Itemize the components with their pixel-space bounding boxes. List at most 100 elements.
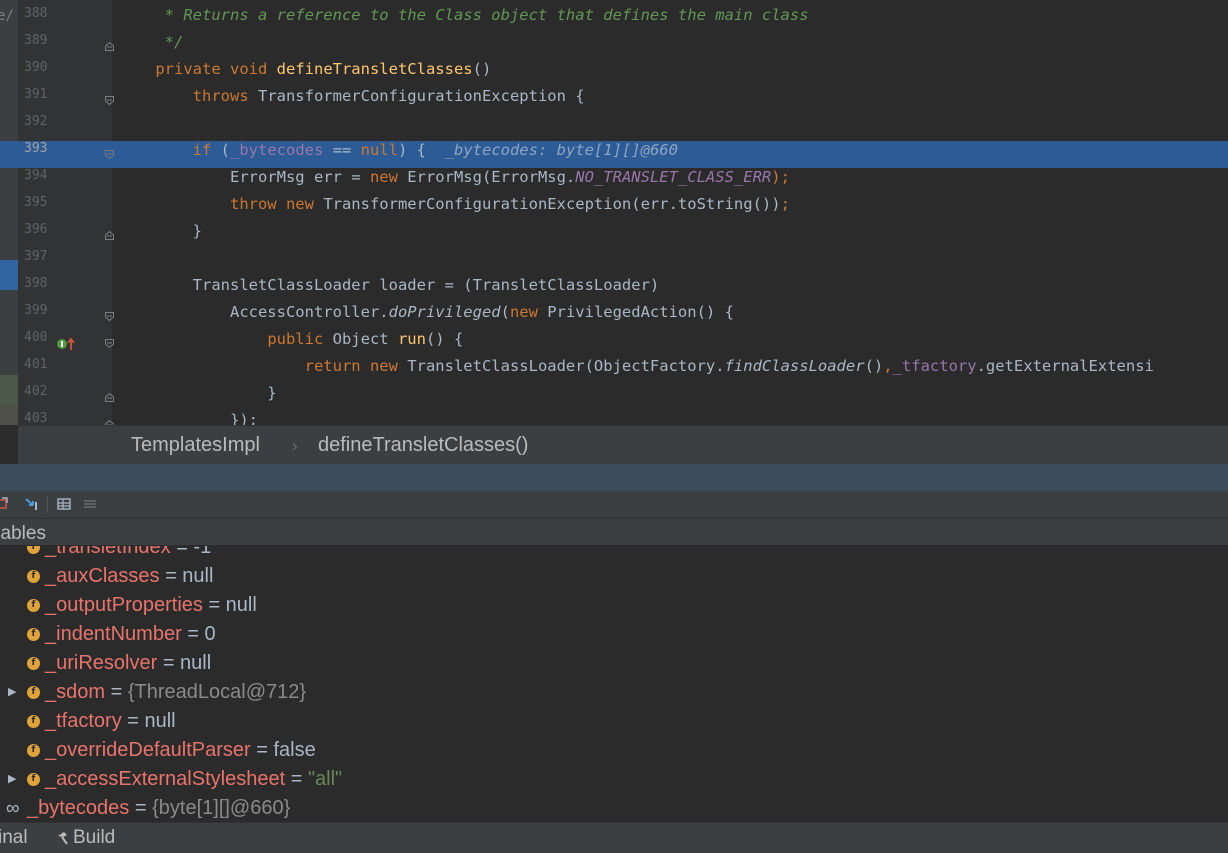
variable-name-text: _outputProperties — [45, 594, 203, 616]
fold-collapse-icon[interactable] — [105, 150, 114, 159]
code-token: } — [118, 384, 277, 402]
line-number[interactable]: 403 — [24, 411, 52, 425]
fold-end-icon[interactable] — [105, 231, 114, 240]
line-number[interactable]: 399 — [24, 303, 52, 330]
expand-arrow-icon[interactable]: ▶ — [8, 678, 16, 707]
line-number[interactable]: 401 — [24, 357, 52, 384]
restore-layout-icon[interactable] — [0, 496, 10, 512]
field-icon: f — [27, 657, 40, 670]
line-number[interactable]: 388 — [24, 6, 52, 33]
code-token: () — [864, 357, 884, 375]
line-number[interactable]: 390 — [24, 60, 52, 87]
line-number[interactable]: 397 — [24, 249, 52, 276]
watch-row[interactable]: ∞ _bytecodes = {byte[1][]@660} — [0, 794, 1228, 822]
expand-arrow-icon[interactable]: ▶ — [8, 765, 16, 794]
code-text[interactable]: private void defineTransletClasses() — [118, 60, 491, 87]
line-number[interactable]: 396 — [24, 222, 52, 249]
variables-tree[interactable]: f _transletIndex = -1 f _auxClasses = null f… — [0, 546, 1228, 822]
code-line[interactable]: 401 return new TransletClassLoader(Objec… — [0, 357, 1228, 384]
code-line[interactable]: 398 TransletClassLoader loader = (Transl… — [0, 276, 1228, 303]
code-text[interactable]: }); — [118, 411, 258, 425]
code-line[interactable]: 391 throws TransformerConfigurationExcep… — [0, 87, 1228, 114]
code-line[interactable]: 389 */ — [0, 33, 1228, 60]
variable-name-text: _bytecodes — [27, 797, 130, 819]
code-token: , — [883, 357, 893, 375]
code-text[interactable]: if (_bytecodes == null) { _bytecodes: by… — [118, 141, 678, 168]
code-text[interactable]: AccessController.doPrivileged(new Privil… — [118, 303, 734, 330]
line-number[interactable]: 389 — [24, 33, 52, 60]
variable-equals: = — [129, 797, 153, 819]
line-number[interactable]: 395 — [24, 195, 52, 222]
line-number[interactable]: 398 — [24, 276, 52, 303]
variable-name: _auxClasses = null — [45, 562, 213, 591]
code-token: ) { — [397, 141, 445, 159]
breadcrumb: TemplatesImpl › defineTransletClasses() — [18, 425, 1228, 465]
variable-row[interactable]: f _uriResolver = null — [0, 649, 1228, 678]
variable-name: _indentNumber = 0 — [45, 620, 216, 649]
variable-name: _accessExternalStylesheet = "all" — [45, 765, 342, 794]
code-text[interactable]: TransletClassLoader loader = (TransletCl… — [118, 276, 660, 303]
code-token: _tfactory — [892, 357, 977, 375]
fold-collapse-icon[interactable] — [105, 96, 114, 105]
code-text[interactable]: throws TransformerConfigurationException… — [118, 87, 585, 114]
code-line[interactable]: 388 * Returns a reference to the Class o… — [0, 6, 1228, 33]
breadcrumb-class[interactable]: TemplatesImpl — [131, 426, 260, 465]
evaluate-table-icon[interactable] — [56, 496, 72, 512]
code-text[interactable]: return new TransletClassLoader(ObjectFac… — [118, 357, 1154, 384]
variable-row[interactable]: f _tfactory = null — [0, 707, 1228, 736]
field-icon: f — [27, 773, 40, 786]
code-line[interactable]: 396 } — [0, 222, 1228, 249]
fold-collapse-icon[interactable] — [105, 312, 114, 321]
fold-end-icon[interactable] — [105, 42, 114, 51]
code-token: AccessController. — [118, 303, 389, 321]
field-icon: f — [27, 599, 40, 612]
terminal-tab[interactable]: inal — [0, 823, 28, 853]
line-number[interactable]: 394 — [24, 168, 52, 195]
code-line[interactable]: 402 } — [0, 384, 1228, 411]
code-text[interactable]: } — [118, 222, 202, 249]
code-text[interactable]: } — [118, 384, 277, 411]
variable-row[interactable]: f _overrideDefaultParser = false — [0, 736, 1228, 765]
variable-value: = null — [157, 652, 212, 674]
line-number[interactable]: 391 — [24, 87, 52, 114]
code-line[interactable]: 397 — [0, 249, 1228, 276]
variable-row[interactable]: f _outputProperties = null — [0, 591, 1228, 620]
code-token: throws — [192, 87, 258, 105]
step-cursor-icon[interactable] — [24, 496, 40, 512]
code-line[interactable]: 393 if (_bytecodes == null) { _bytecodes… — [0, 141, 1228, 168]
code-token: () { — [425, 330, 464, 348]
build-tab[interactable]: Build — [73, 823, 115, 853]
code-text[interactable]: throw new TransformerConfigurationExcept… — [118, 195, 790, 222]
code-line[interactable]: 403 }); — [0, 411, 1228, 425]
variable-value: = null — [159, 565, 214, 587]
breadcrumb-method[interactable]: defineTransletClasses() — [318, 426, 528, 465]
code-editor[interactable]: e/ 388 * Returns a reference to the Clas… — [0, 0, 1228, 425]
code-text[interactable]: */ — [118, 33, 184, 60]
breadcrumb-separator: › — [292, 436, 298, 455]
line-number[interactable]: 402 — [24, 384, 52, 411]
variable-row[interactable]: f _indentNumber = 0 — [0, 620, 1228, 649]
variable-value: {ThreadLocal@712} — [127, 681, 307, 703]
code-text[interactable]: ErrorMsg err = new ErrorMsg(ErrorMsg.NO_… — [118, 168, 790, 195]
code-line[interactable]: 390 private void defineTransletClasses() — [0, 60, 1228, 87]
line-number[interactable]: 400 — [24, 330, 52, 357]
implements-marker-icon[interactable] — [56, 336, 78, 352]
code-text[interactable]: public Object run() { — [118, 330, 463, 357]
code-line[interactable]: 392 — [0, 114, 1228, 141]
line-number[interactable]: 393 — [24, 141, 52, 168]
code-line[interactable]: 394 ErrorMsg err = new ErrorMsg(ErrorMsg… — [0, 168, 1228, 195]
fold-collapse-icon[interactable] — [105, 339, 114, 348]
fold-end-icon[interactable] — [105, 393, 114, 402]
variable-row[interactable]: f _auxClasses = null — [0, 562, 1228, 591]
line-number[interactable]: 392 — [24, 114, 52, 141]
variable-row[interactable]: ▶ f _sdom = {ThreadLocal@712} — [0, 678, 1228, 707]
code-line[interactable]: 395 throw new TransformerConfigurationEx… — [0, 195, 1228, 222]
code-line[interactable]: 399 AccessController.doPrivileged(new Pr… — [0, 303, 1228, 330]
variable-row[interactable]: ▶ f _accessExternalStylesheet = "all" — [0, 765, 1228, 794]
settings-lines-icon[interactable] — [82, 496, 98, 512]
code-text[interactable]: * Returns a reference to the Class objec… — [118, 6, 809, 33]
variable-row[interactable]: f _transletIndex = -1 — [0, 546, 1228, 562]
code-token: ( — [220, 141, 230, 159]
code-line[interactable]: 400 public Object run() { — [0, 330, 1228, 357]
